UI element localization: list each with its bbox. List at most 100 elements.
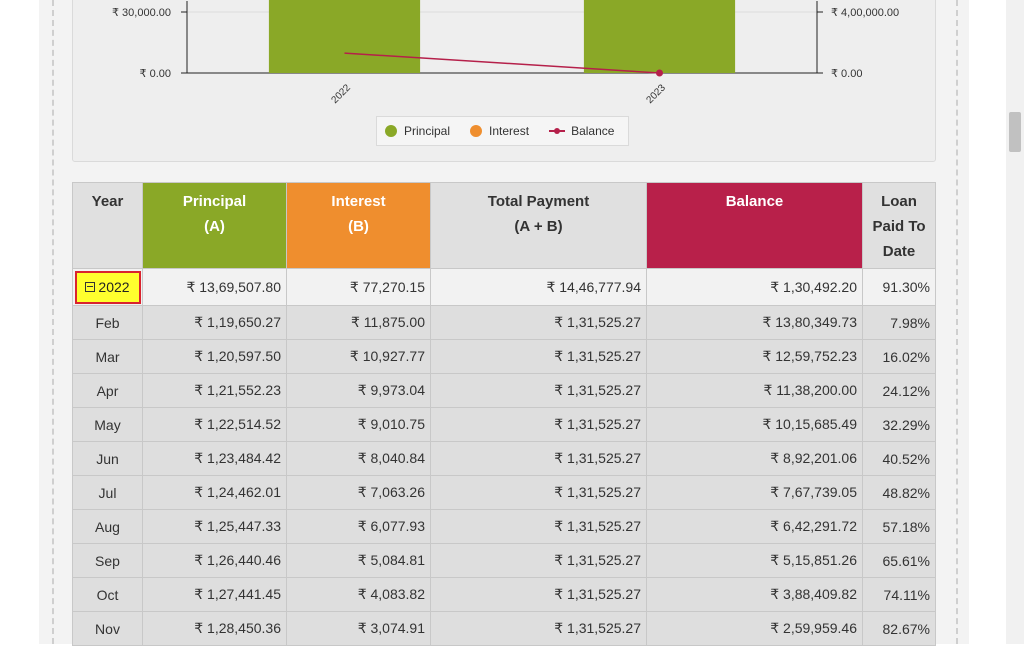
balance-cell: ₹ 2,59,959.46 <box>646 611 863 646</box>
year-label: 2022 <box>98 279 130 295</box>
loan-paid-cell: 7.98% <box>862 305 936 340</box>
principal-cell: ₹ 1,21,552.23 <box>142 373 287 408</box>
interest-cell: ₹ 9,010.75 <box>286 407 431 442</box>
balance-cell: ₹ 6,42,291.72 <box>646 509 863 544</box>
legend-item-interest[interactable]: Interest <box>470 124 529 138</box>
year-loan-paid: 91.30% <box>862 268 936 306</box>
left-tick-label: ₹ 0.00 <box>140 68 171 80</box>
loan-paid-cell: 40.52% <box>862 441 936 476</box>
left-tick-label: ₹ 30,000.00 <box>112 7 171 19</box>
loan-paid-cell: 16.02% <box>862 339 936 374</box>
amortization-table: Year Principal (A) Interest (B) Total Paym… <box>72 182 936 646</box>
header-total-payment: Total Payment (A + B) <box>430 182 647 269</box>
total-payment-cell: ₹ 1,31,525.27 <box>430 441 647 476</box>
vertical-scrollbar[interactable] <box>1006 0 1024 644</box>
legend-label: Principal <box>404 124 451 138</box>
month-cell: Aug <box>72 509 143 544</box>
month-cell: Jun <box>72 441 143 476</box>
table-row-year: 2022 ₹ 13,69,507.80 ₹ 77,270.15 ₹ 14,46,… <box>72 268 936 306</box>
balance-cell: ₹ 10,15,685.49 <box>646 407 863 442</box>
interest-cell: ₹ 10,927.77 <box>286 339 431 374</box>
principal-cell: ₹ 1,23,484.42 <box>142 441 287 476</box>
month-cell: Nov <box>72 611 143 646</box>
x-tick-label: 2023 <box>644 82 668 106</box>
table-row: Feb ₹ 1,19,650.27 ₹ 11,875.00 ₹ 1,31,525.27… <box>72 305 936 340</box>
table-row: Mar ₹ 1,20,597.50 ₹ 10,927.77 ₹ 1,31,525.27… <box>72 339 936 374</box>
loan-paid-cell: 65.61% <box>862 543 936 578</box>
table-row: Sep ₹ 1,26,440.46 ₹ 5,084.81 ₹ 1,31,525.27 ₹… <box>72 543 936 578</box>
legend-label: Interest <box>489 124 530 138</box>
interest-cell: ₹ 7,063.26 <box>286 475 431 510</box>
total-payment-cell: ₹ 1,31,525.27 <box>430 611 647 646</box>
collapse-icon <box>85 282 96 292</box>
total-payment-cell: ₹ 1,31,525.27 <box>430 373 647 408</box>
table-row: Aug ₹ 1,25,447.33 ₹ 6,077.93 ₹ 1,31,525.27 ₹… <box>72 509 936 544</box>
loan-paid-cell: 32.29% <box>862 407 936 442</box>
table-header-row: Year Principal (A) Interest (B) Total Paym… <box>72 182 936 269</box>
principal-cell: ₹ 1,25,447.33 <box>142 509 287 544</box>
year-interest: ₹ 77,270.15 <box>286 268 431 306</box>
principal-dot-icon <box>385 125 397 137</box>
total-payment-cell: ₹ 1,31,525.27 <box>430 577 647 612</box>
header-year: Year <box>72 182 143 269</box>
balance-cell: ₹ 5,15,851.26 <box>646 543 863 578</box>
balance-line-icon <box>549 125 566 137</box>
interest-cell: ₹ 4,083.82 <box>286 577 431 612</box>
total-payment-cell: ₹ 1,31,525.27 <box>430 509 647 544</box>
table-row: Jul ₹ 1,24,462.01 ₹ 7,063.26 ₹ 1,31,525.27 ₹… <box>72 475 936 510</box>
year-cell: 2022 <box>72 268 143 306</box>
bar-principal-2022[interactable] <box>268 0 421 73</box>
table-row: May ₹ 1,22,514.52 ₹ 9,010.75 ₹ 1,31,525.27 ₹… <box>72 407 936 442</box>
loan-paid-cell: 24.12% <box>862 373 936 408</box>
month-cell: Sep <box>72 543 143 578</box>
total-payment-cell: ₹ 1,31,525.27 <box>430 543 647 578</box>
interest-cell: ₹ 3,074.91 <box>286 611 431 646</box>
bar-principal-2023[interactable] <box>583 0 736 73</box>
right-tick-label: ₹ 4,00,000.00 <box>831 7 899 19</box>
scrollbar-thumb[interactable] <box>1009 112 1021 152</box>
total-payment-cell: ₹ 1,31,525.27 <box>430 475 647 510</box>
year-total-payment: ₹ 14,46,777.94 <box>430 268 647 306</box>
legend-item-principal[interactable]: Principal <box>385 124 450 138</box>
loan-paid-cell: 82.67% <box>862 611 936 646</box>
loan-paid-cell: 57.18% <box>862 509 936 544</box>
month-cell: Mar <box>72 339 143 374</box>
content-border-left <box>52 0 54 644</box>
loan-paid-cell: 48.82% <box>862 475 936 510</box>
balance-cell: ₹ 3,88,409.82 <box>646 577 863 612</box>
year-toggle-button[interactable]: 2022 <box>74 270 141 304</box>
right-tick-label: ₹ 0.00 <box>831 68 862 80</box>
balance-cell: ₹ 11,38,200.00 <box>646 373 863 408</box>
balance-point-2023[interactable] <box>656 69 663 77</box>
loan-paid-cell: 74.11% <box>862 577 936 612</box>
content-border-right <box>956 0 958 644</box>
principal-cell: ₹ 1,26,440.46 <box>142 543 287 578</box>
balance-cell: ₹ 13,80,349.73 <box>646 305 863 340</box>
x-tick-label: 2022 <box>329 82 353 106</box>
principal-cell: ₹ 1,20,597.50 <box>142 339 287 374</box>
legend-item-balance[interactable]: Balance <box>549 124 614 138</box>
principal-cell: ₹ 1,28,450.36 <box>142 611 287 646</box>
balance-cell: ₹ 7,67,739.05 <box>646 475 863 510</box>
interest-cell: ₹ 5,084.81 <box>286 543 431 578</box>
principal-cell: ₹ 1,22,514.52 <box>142 407 287 442</box>
total-payment-cell: ₹ 1,31,525.27 <box>430 305 647 340</box>
month-cell: May <box>72 407 143 442</box>
interest-cell: ₹ 6,077.93 <box>286 509 431 544</box>
total-payment-cell: ₹ 1,31,525.27 <box>430 339 647 374</box>
header-balance: Balance <box>646 182 863 269</box>
principal-cell: ₹ 1,27,441.45 <box>142 577 287 612</box>
table-row: Apr ₹ 1,21,552.23 ₹ 9,973.04 ₹ 1,31,525.27 ₹… <box>72 373 936 408</box>
interest-cell: ₹ 11,875.00 <box>286 305 431 340</box>
year-balance: ₹ 1,30,492.20 <box>646 268 863 306</box>
table-row: Nov ₹ 1,28,450.36 ₹ 3,074.91 ₹ 1,31,525.27 ₹… <box>72 611 936 646</box>
header-principal: Principal (A) <box>142 182 287 269</box>
month-cell: Oct <box>72 577 143 612</box>
total-payment-cell: ₹ 1,31,525.27 <box>430 407 647 442</box>
header-interest: Interest (B) <box>286 182 431 269</box>
month-cell: Apr <box>72 373 143 408</box>
interest-cell: ₹ 8,040.84 <box>286 441 431 476</box>
balance-cell: ₹ 12,59,752.23 <box>646 339 863 374</box>
principal-cell: ₹ 1,19,650.27 <box>142 305 287 340</box>
principal-cell: ₹ 1,24,462.01 <box>142 475 287 510</box>
